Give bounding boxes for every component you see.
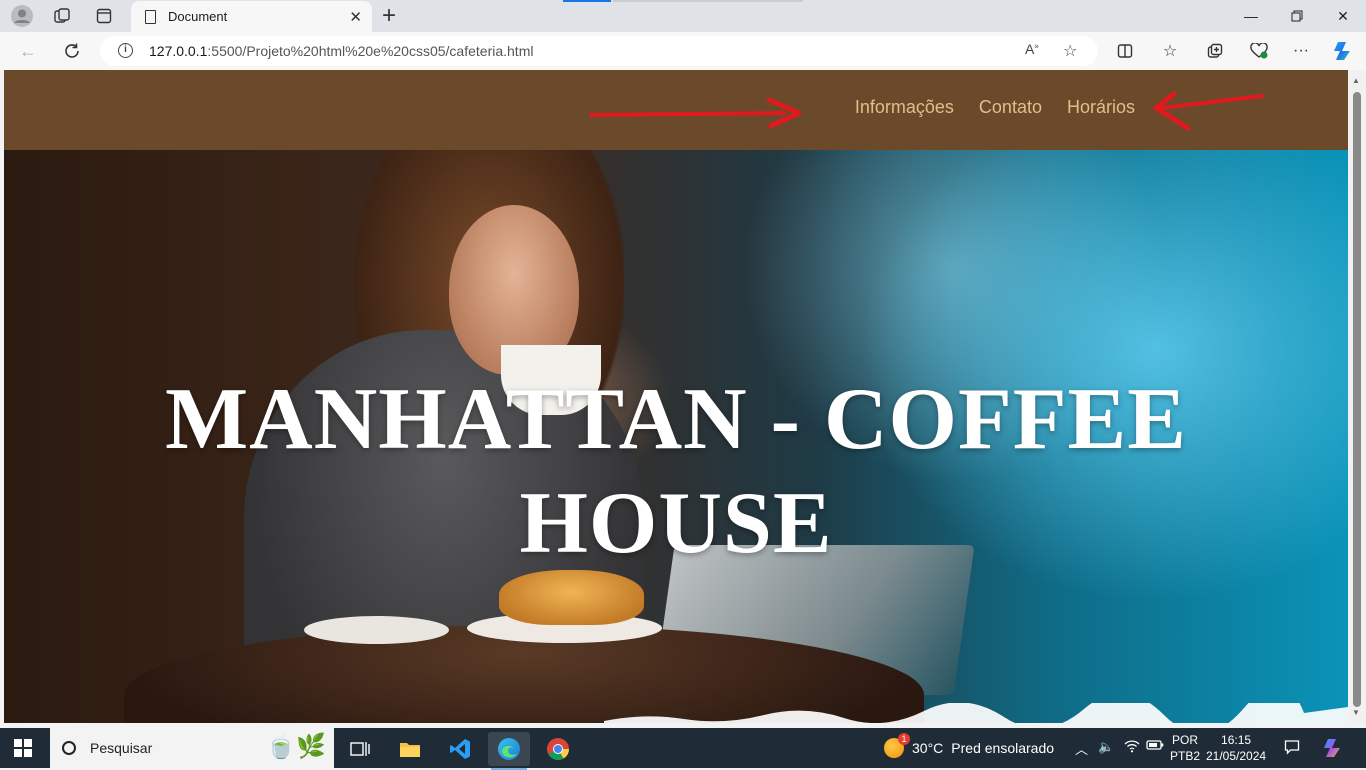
vscode-icon[interactable] bbox=[439, 732, 481, 766]
url-text: 127.0.0.1:5500/Projeto%20html%20e%20css0… bbox=[149, 43, 534, 59]
split-screen-icon[interactable] bbox=[1113, 40, 1137, 62]
favorites-icon[interactable]: ☆ bbox=[1158, 40, 1182, 62]
page-viewport: Informações Contato Horários MANHATTAN -… bbox=[4, 70, 1348, 723]
edge-icon[interactable] bbox=[488, 732, 530, 770]
minimize-button[interactable]: — bbox=[1228, 0, 1274, 32]
tab-actions-icon[interactable] bbox=[91, 4, 117, 28]
close-window-button[interactable]: ✕ bbox=[1320, 0, 1366, 32]
taskbar-search-box[interactable]: Pesquisar 🍵🌿 bbox=[50, 728, 334, 768]
tab-scroll-track bbox=[613, 0, 803, 2]
collections-icon[interactable] bbox=[1203, 40, 1227, 62]
scroll-up-icon[interactable]: ▲ bbox=[1352, 76, 1360, 85]
site-header: Informações Contato Horários bbox=[4, 70, 1348, 150]
workspaces-icon[interactable] bbox=[49, 4, 75, 28]
search-highlight-icon: 🍵🌿 bbox=[266, 733, 326, 760]
restore-button[interactable] bbox=[1274, 0, 1320, 32]
scrollbar-thumb[interactable] bbox=[1353, 92, 1361, 707]
tray-chevron-up-icon[interactable]: ︿ bbox=[1075, 739, 1088, 758]
battery-icon[interactable] bbox=[1146, 739, 1164, 754]
back-arrow-icon[interactable]: ← bbox=[14, 39, 42, 63]
chrome-icon[interactable] bbox=[537, 732, 579, 766]
close-tab-icon[interactable]: ✕ bbox=[349, 8, 362, 26]
tab-scroll-indicator bbox=[563, 0, 611, 2]
hero-image: MANHATTAN - COFFEE HOUSE bbox=[4, 150, 1348, 723]
search-label: Pesquisar bbox=[90, 740, 153, 756]
nav-link-contato[interactable]: Contato bbox=[979, 97, 1042, 118]
copilot-icon[interactable] bbox=[1331, 40, 1355, 62]
new-tab-button[interactable]: + bbox=[382, 2, 396, 30]
hero-photo-croissant bbox=[499, 570, 644, 625]
windows-taskbar: Pesquisar 🍵🌿 1 30°C Pred ensolarado ︿ 🔈 … bbox=[0, 728, 1366, 770]
address-bar[interactable]: i 127.0.0.1:5500/Projeto%20html%20e%20cs… bbox=[100, 36, 1098, 66]
hero-photo-saucer bbox=[304, 616, 449, 644]
nav-link-informacoes[interactable]: Informações bbox=[855, 97, 954, 118]
browser-toolbar: ← i 127.0.0.1:5500/Projeto%20html%20e%20… bbox=[0, 32, 1366, 70]
weather-badge: 1 bbox=[898, 733, 910, 745]
nav-link-horarios[interactable]: Horários bbox=[1067, 97, 1135, 118]
browser-tab-bar: Document ✕ + — ✕ bbox=[0, 0, 1366, 32]
document-icon bbox=[145, 9, 156, 24]
read-aloud-icon[interactable]: A» bbox=[1025, 41, 1039, 57]
refresh-icon[interactable] bbox=[58, 39, 86, 63]
wifi-icon[interactable] bbox=[1124, 739, 1140, 756]
file-explorer-icon[interactable] bbox=[389, 732, 431, 766]
weather-widget[interactable]: 1 30°C Pred ensolarado bbox=[884, 733, 1055, 758]
volume-icon[interactable]: 🔈 bbox=[1098, 739, 1114, 755]
tab-document[interactable]: Document ✕ bbox=[131, 1, 372, 32]
tab-title: Document bbox=[168, 9, 228, 24]
clock-time: 16:15 bbox=[1221, 733, 1252, 747]
clock-date: 21/05/2024 bbox=[1206, 749, 1267, 763]
system-clock[interactable]: 16:15 21/05/2024 bbox=[1206, 732, 1266, 764]
site-info-icon[interactable]: i bbox=[118, 43, 133, 58]
scroll-down-icon[interactable]: ▼ bbox=[1352, 708, 1360, 717]
browser-essentials-icon[interactable] bbox=[1247, 40, 1271, 62]
search-icon bbox=[62, 741, 76, 755]
weather-sun-icon: 1 bbox=[884, 733, 910, 758]
weather-desc: Pred ensolarado bbox=[951, 740, 1055, 756]
site-nav: Informações Contato Horários bbox=[855, 97, 1135, 118]
favorite-star-icon[interactable]: ☆ bbox=[1063, 41, 1077, 61]
task-view-icon[interactable] bbox=[339, 732, 381, 766]
notifications-icon[interactable] bbox=[1284, 739, 1300, 758]
torn-paper-edge bbox=[604, 703, 1348, 723]
weather-temp: 30°C bbox=[912, 740, 944, 756]
hero-title: MANHATTAN - COFFEE HOUSE bbox=[165, 371, 1187, 572]
profile-icon[interactable] bbox=[9, 4, 35, 28]
language-indicator[interactable]: POR PTB2 bbox=[1170, 732, 1200, 764]
windows-start-icon[interactable] bbox=[14, 739, 32, 757]
copilot-taskbar-icon[interactable] bbox=[1322, 737, 1344, 762]
more-options-icon[interactable]: ··· bbox=[1289, 40, 1313, 62]
page-scrollbar[interactable]: ▲ ▼ bbox=[1348, 70, 1366, 723]
